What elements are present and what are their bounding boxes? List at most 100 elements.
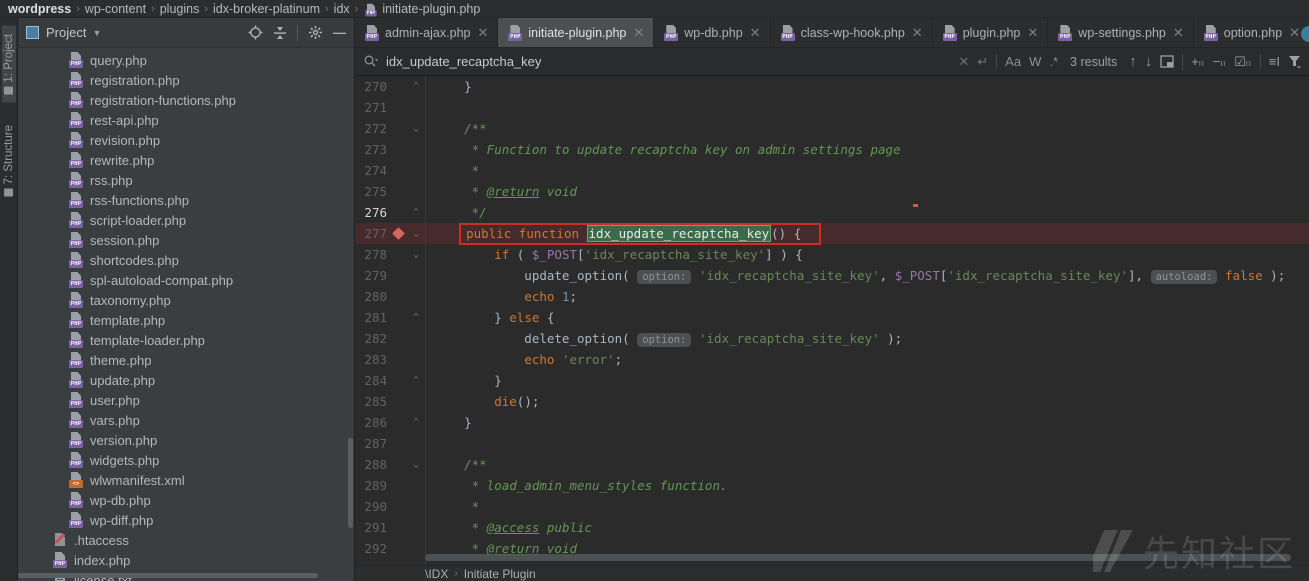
tree-file-item[interactable]: .htaccess	[18, 530, 354, 550]
close-icon[interactable]: ✕	[750, 25, 761, 41]
filter-lines-icon[interactable]: ≡I	[1269, 54, 1280, 69]
code-line[interactable]: 282 delete_option( option: 'idx_recaptch…	[355, 328, 1309, 349]
collapse-all-icon[interactable]	[273, 26, 287, 40]
tree-file-item[interactable]: PHPwidgets.php	[18, 450, 354, 470]
hide-panel-icon[interactable]: —	[333, 25, 346, 40]
tree-file-item[interactable]: PHPscript-loader.php	[18, 210, 354, 230]
code-line[interactable]: 271	[355, 97, 1309, 118]
tree-file-item[interactable]: <>wlwmanifest.xml	[18, 470, 354, 490]
tree-file-item[interactable]: PHPwp-diff.php	[18, 510, 354, 530]
tree-file-item[interactable]: PHPregistration.php	[18, 70, 354, 90]
breadcrumb-namespace[interactable]: \IDX	[425, 567, 448, 581]
code-line[interactable]: 281⌃ } else {	[355, 307, 1309, 328]
tree-file-item[interactable]: PHPrest-api.php	[18, 110, 354, 130]
next-occurrence-icon[interactable]: ↓	[1145, 53, 1153, 70]
fold-marker-icon[interactable]: ⌃	[407, 76, 425, 97]
code-line[interactable]: 287	[355, 433, 1309, 454]
regex-toggle[interactable]: .*	[1049, 54, 1058, 69]
editor-tab[interactable]: PHPoption.php✕	[1194, 18, 1309, 47]
breadcrumb-item[interactable]: idx-broker-platinum	[213, 2, 320, 16]
editor-tab[interactable]: PHPplugin.php✕	[933, 18, 1049, 47]
fold-marker-icon[interactable]: ⌃	[407, 307, 425, 328]
breadcrumb-item[interactable]: idx	[334, 2, 350, 16]
code-line[interactable]: 291 * @access public	[355, 517, 1309, 538]
tree-file-item[interactable]: PHPversion.php	[18, 430, 354, 450]
remove-occurrence-icon[interactable]: −II	[1213, 54, 1226, 69]
project-panel-title[interactable]: Project	[46, 25, 86, 40]
code-line[interactable]: 278⌄ if ( $_POST['idx_recaptcha_site_key…	[355, 244, 1309, 265]
code-line[interactable]: 290 *	[355, 496, 1309, 517]
breadcrumb-item[interactable]: wp-content	[85, 2, 146, 16]
editor-tab[interactable]: PHPadmin-ajax.php✕	[355, 18, 498, 47]
tree-file-item[interactable]: PHPtemplate.php	[18, 310, 354, 330]
tree-file-item[interactable]: PHPwp-db.php	[18, 490, 354, 510]
tree-file-item[interactable]: PHPtheme.php	[18, 350, 354, 370]
editor-tab[interactable]: PHPwp-db.php✕	[654, 18, 770, 47]
project-horizontal-scrollbar[interactable]	[18, 573, 318, 578]
fold-marker-icon[interactable]: ⌄	[407, 454, 425, 475]
tree-file-item[interactable]: PHPquery.php	[18, 50, 354, 70]
breadcrumb-item[interactable]: initiate-plugin.php	[382, 2, 480, 16]
locate-file-icon[interactable]	[248, 25, 263, 40]
tree-file-item[interactable]: PHPshortcodes.php	[18, 250, 354, 270]
editor-horizontal-scrollbar[interactable]	[425, 554, 1291, 561]
tree-file-item[interactable]: PHPvars.php	[18, 410, 354, 430]
code-line[interactable]: 285 die();	[355, 391, 1309, 412]
breakpoint-diamond-icon[interactable]	[392, 227, 405, 240]
code-line[interactable]: 284⌃ }	[355, 370, 1309, 391]
editor-tab[interactable]: PHPwp-settings.php✕	[1048, 18, 1193, 47]
editor-tab[interactable]: PHPinitiate-plugin.php✕	[498, 18, 654, 47]
search-icon[interactable]	[363, 54, 378, 69]
newline-icon[interactable]: ↵	[977, 54, 988, 70]
code-line[interactable]: 283 echo 'error';	[355, 349, 1309, 370]
tree-file-item[interactable]: PHPrss.php	[18, 170, 354, 190]
select-all-occurrences-icon[interactable]: ☑II	[1234, 54, 1252, 70]
code-line[interactable]: 279 update_option( option: 'idx_recaptch…	[355, 265, 1309, 286]
code-editor[interactable]: 270⌃ }271272⌄ /**273 * Function to updat…	[355, 76, 1309, 565]
close-icon[interactable]: ✕	[477, 25, 488, 41]
toolwindow-project-button[interactable]: 1: Project	[2, 26, 16, 103]
clear-search-icon[interactable]: ✕	[958, 54, 969, 70]
fold-marker-icon[interactable]: ⌄	[407, 244, 425, 265]
tree-file-item[interactable]: PHPrewrite.php	[18, 150, 354, 170]
fold-marker-icon[interactable]: ⌃	[407, 559, 425, 565]
open-in-find-window-icon[interactable]	[1160, 55, 1174, 68]
breadcrumb-item[interactable]: wordpress	[8, 2, 71, 16]
code-line[interactable]: 286⌃ }	[355, 412, 1309, 433]
code-line[interactable]: 275 * @return void	[355, 181, 1309, 202]
code-line[interactable]: 272⌄ /**	[355, 118, 1309, 139]
tree-file-item[interactable]: PHPupdate.php	[18, 370, 354, 390]
tree-file-item[interactable]: PHPrevision.php	[18, 130, 354, 150]
breakpoint-gutter[interactable]	[391, 223, 407, 244]
tree-file-item[interactable]: PHPregistration-functions.php	[18, 90, 354, 110]
code-line[interactable]: 274 *	[355, 160, 1309, 181]
chevron-down-icon[interactable]: ▼	[92, 28, 101, 38]
fold-marker-icon[interactable]: ⌃	[407, 202, 425, 223]
tree-file-item[interactable]: PHPsession.php	[18, 230, 354, 250]
search-input[interactable]: idx_update_recaptcha_key	[386, 54, 950, 69]
whole-words-toggle[interactable]: W	[1029, 54, 1041, 69]
code-line[interactable]: 276⌃ */	[355, 202, 1309, 223]
tree-file-item[interactable]: PHPuser.php	[18, 390, 354, 410]
tree-file-item[interactable]: PHPtaxonomy.php	[18, 290, 354, 310]
code-line[interactable]: 270⌃ }	[355, 76, 1309, 97]
close-icon[interactable]: ✕	[1173, 25, 1184, 41]
previous-occurrence-icon[interactable]: ↑	[1129, 53, 1137, 70]
tree-file-item[interactable]: PHPrss-functions.php	[18, 190, 354, 210]
editor-tab[interactable]: PHPclass-wp-hook.php✕	[771, 18, 933, 47]
tree-file-item[interactable]: PHPindex.php	[18, 550, 354, 570]
project-vertical-scrollbar[interactable]	[348, 438, 353, 528]
close-icon[interactable]: ✕	[912, 25, 923, 41]
breadcrumb-class[interactable]: Initiate Plugin	[464, 567, 536, 581]
toolwindow-structure-button[interactable]: 7: Structure	[2, 117, 16, 204]
code-line[interactable]: 273 * Function to update recaptcha key o…	[355, 139, 1309, 160]
close-icon[interactable]: ✕	[1027, 25, 1038, 41]
breadcrumb-item[interactable]: plugins	[160, 2, 200, 16]
add-occurrence-icon[interactable]: +II	[1191, 54, 1204, 69]
tree-file-item[interactable]: PHPspl-autoload-compat.php	[18, 270, 354, 290]
fold-marker-icon[interactable]: ⌃	[407, 412, 425, 433]
match-case-toggle[interactable]: Aa	[1005, 54, 1021, 69]
fold-marker-icon[interactable]: ⌃	[407, 370, 425, 391]
gear-icon[interactable]	[308, 25, 323, 40]
close-icon[interactable]: ✕	[633, 25, 644, 41]
